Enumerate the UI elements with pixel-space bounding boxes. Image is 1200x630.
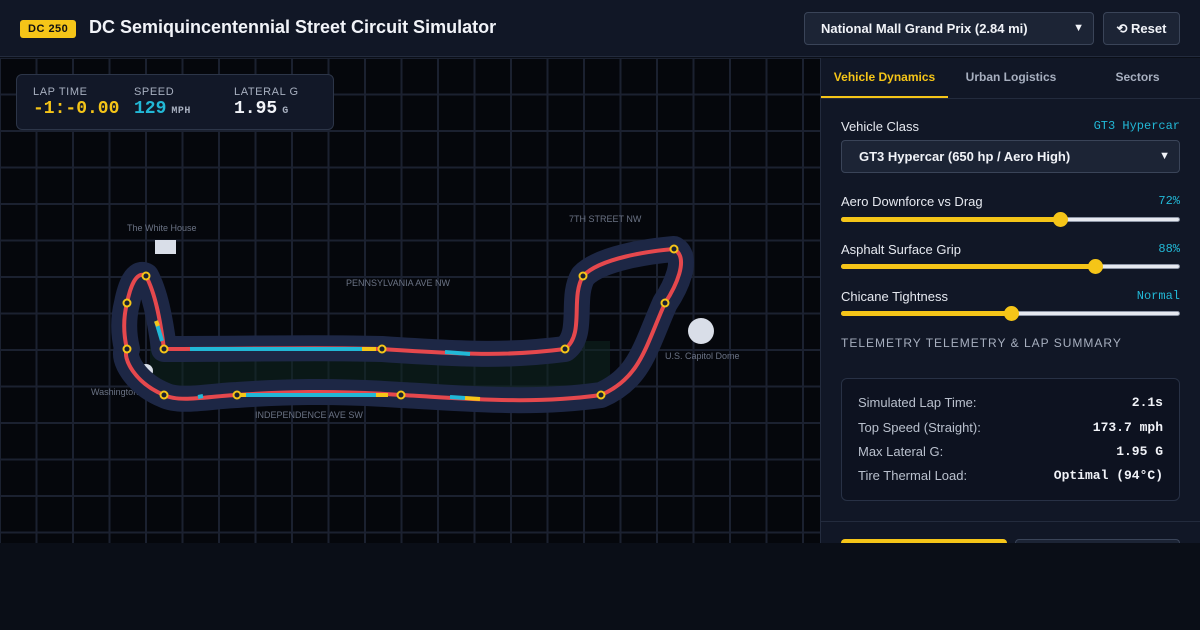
seventh-street-label: 7TH STREET NW bbox=[569, 214, 642, 224]
vehicle-class-select[interactable]: GT3 Hypercar (650 hp / Aero High) ▼ bbox=[841, 140, 1180, 173]
track-node[interactable] bbox=[159, 390, 169, 400]
secondary-action-button[interactable] bbox=[1015, 539, 1180, 543]
chevron-down-icon: ▼ bbox=[1159, 150, 1170, 162]
summary-row: Max Lateral G: 1.95 G bbox=[858, 444, 1163, 464]
vehicle-class-value: GT3 Hypercar bbox=[1093, 119, 1180, 133]
straight-short bbox=[449, 395, 466, 400]
summary-value: 2.1s bbox=[1131, 395, 1163, 410]
panel-tabs: Vehicle Dynamics Urban Logistics Sectors bbox=[821, 58, 1200, 99]
speed-readout: SPEED 129 MPH bbox=[134, 86, 191, 119]
braking-zone bbox=[464, 396, 481, 401]
aero-value: 72% bbox=[1158, 194, 1180, 208]
pennsylvania-ave-label: PENNSYLVANIA AVE NW bbox=[346, 278, 451, 288]
summary-label: Max Lateral G: bbox=[858, 444, 944, 459]
slider-fill bbox=[841, 217, 1060, 222]
summary-value: Optimal (94°C) bbox=[1053, 468, 1163, 483]
chicane-slider[interactable] bbox=[841, 306, 1180, 321]
summary-label: Top Speed (Straight): bbox=[858, 420, 981, 435]
summary-value: 1.95 G bbox=[1116, 444, 1163, 459]
track-node[interactable] bbox=[141, 271, 151, 281]
slider-thumb[interactable] bbox=[1052, 212, 1068, 227]
white-house-label: The White House bbox=[127, 223, 197, 233]
app-header: DC 250 DC Semiquincentennial Street Circ… bbox=[0, 0, 1200, 57]
summary-label: Tire Thermal Load: bbox=[858, 468, 968, 483]
tab-vehicle-dynamics[interactable]: Vehicle Dynamics bbox=[821, 58, 948, 98]
slider-thumb[interactable] bbox=[1088, 259, 1104, 274]
speed-label: SPEED bbox=[134, 86, 175, 98]
dc250-badge: DC 250 bbox=[20, 20, 77, 38]
aero-slider[interactable] bbox=[841, 212, 1180, 227]
lateral-g-readout: LATERAL G 1.95 G bbox=[234, 86, 299, 119]
panel-footer bbox=[821, 521, 1200, 543]
lateral-g-value: 1.95 bbox=[234, 99, 278, 119]
lap-time-readout: LAP TIME -1:-0.00 bbox=[33, 86, 119, 119]
vehicle-select-value: GT3 Hypercar (650 hp / Aero High) bbox=[859, 149, 1071, 164]
primary-action-button[interactable] bbox=[841, 539, 1007, 543]
chevron-down-icon: ▼ bbox=[1073, 22, 1084, 34]
speed-value: 129 bbox=[134, 99, 167, 119]
capitol-label: U.S. Capitol Dome bbox=[665, 351, 740, 361]
circuit-select-value: National Mall Grand Prix (2.84 mi) bbox=[821, 21, 1028, 36]
summary-row: Tire Thermal Load: Optimal (94°C) bbox=[858, 468, 1163, 488]
slider-fill bbox=[841, 311, 1011, 316]
circuit-select[interactable]: National Mall Grand Prix (2.84 mi) ▼ bbox=[804, 12, 1094, 45]
track-node[interactable] bbox=[669, 244, 679, 254]
summary-value: 173.7 mph bbox=[1092, 420, 1163, 435]
independence-ave-label: INDEPENDENCE AVE SW bbox=[255, 410, 363, 420]
vehicle-class-label: Vehicle Class bbox=[841, 119, 920, 134]
track-node[interactable] bbox=[377, 344, 387, 354]
lap-summary-card: Simulated Lap Time: 2.1s Top Speed (Stra… bbox=[841, 378, 1180, 501]
chicane-value: Normal bbox=[1136, 289, 1180, 303]
lap-time-label: LAP TIME bbox=[33, 86, 88, 98]
grip-slider[interactable] bbox=[841, 259, 1180, 274]
telemetry-hud: LAP TIME -1:-0.00 SPEED 129 MPH LATERAL G… bbox=[16, 74, 334, 130]
lap-time-value: -1:-0.00 bbox=[33, 99, 120, 119]
grip-label: Asphalt Surface Grip bbox=[841, 242, 961, 257]
app-title: DC Semiquincentennial Street Circuit Sim… bbox=[89, 17, 497, 37]
track-node[interactable] bbox=[396, 390, 406, 400]
slider-thumb[interactable] bbox=[1003, 306, 1019, 321]
chicane-label: Chicane Tightness bbox=[841, 289, 948, 304]
capitol-dome-marker bbox=[688, 318, 714, 344]
slider-fill bbox=[841, 264, 1096, 269]
track-node[interactable] bbox=[122, 344, 132, 354]
track-node[interactable] bbox=[122, 298, 132, 308]
summary-label: Simulated Lap Time: bbox=[858, 395, 977, 410]
track-node[interactable] bbox=[596, 390, 606, 400]
summary-row: Top Speed (Straight): 173.7 mph bbox=[858, 420, 1163, 440]
tab-urban-logistics[interactable]: Urban Logistics bbox=[948, 58, 1074, 98]
braking-zone bbox=[154, 320, 160, 327]
circuit-svg: The White House 7TH STREET NW PENNSYLVAN… bbox=[91, 214, 740, 420]
reset-button[interactable]: ⟲ Reset bbox=[1103, 12, 1180, 45]
summary-row: Simulated Lap Time: 2.1s bbox=[858, 395, 1163, 415]
aero-label: Aero Downforce vs Drag bbox=[841, 194, 983, 209]
speed-unit: MPH bbox=[171, 106, 191, 117]
grip-value: 88% bbox=[1158, 242, 1180, 256]
tab-sectors[interactable]: Sectors bbox=[1074, 58, 1200, 98]
lateral-g-label: LATERAL G bbox=[234, 86, 299, 98]
straight-short bbox=[444, 350, 471, 356]
track-node[interactable] bbox=[660, 298, 670, 308]
track-node[interactable] bbox=[560, 344, 570, 354]
lateral-g-unit: G bbox=[282, 106, 289, 117]
track-node[interactable] bbox=[578, 271, 588, 281]
straight-short bbox=[197, 394, 204, 399]
track-node[interactable] bbox=[232, 390, 242, 400]
summary-section-title: TELEMETRY TELEMETRY & LAP SUMMARY bbox=[841, 336, 1122, 350]
track-node[interactable] bbox=[159, 344, 169, 354]
settings-panel: Vehicle Dynamics Urban Logistics Sectors… bbox=[820, 58, 1200, 543]
track-map[interactable]: The White House 7TH STREET NW PENNSYLVAN… bbox=[0, 58, 820, 543]
white-house-marker bbox=[155, 240, 176, 254]
